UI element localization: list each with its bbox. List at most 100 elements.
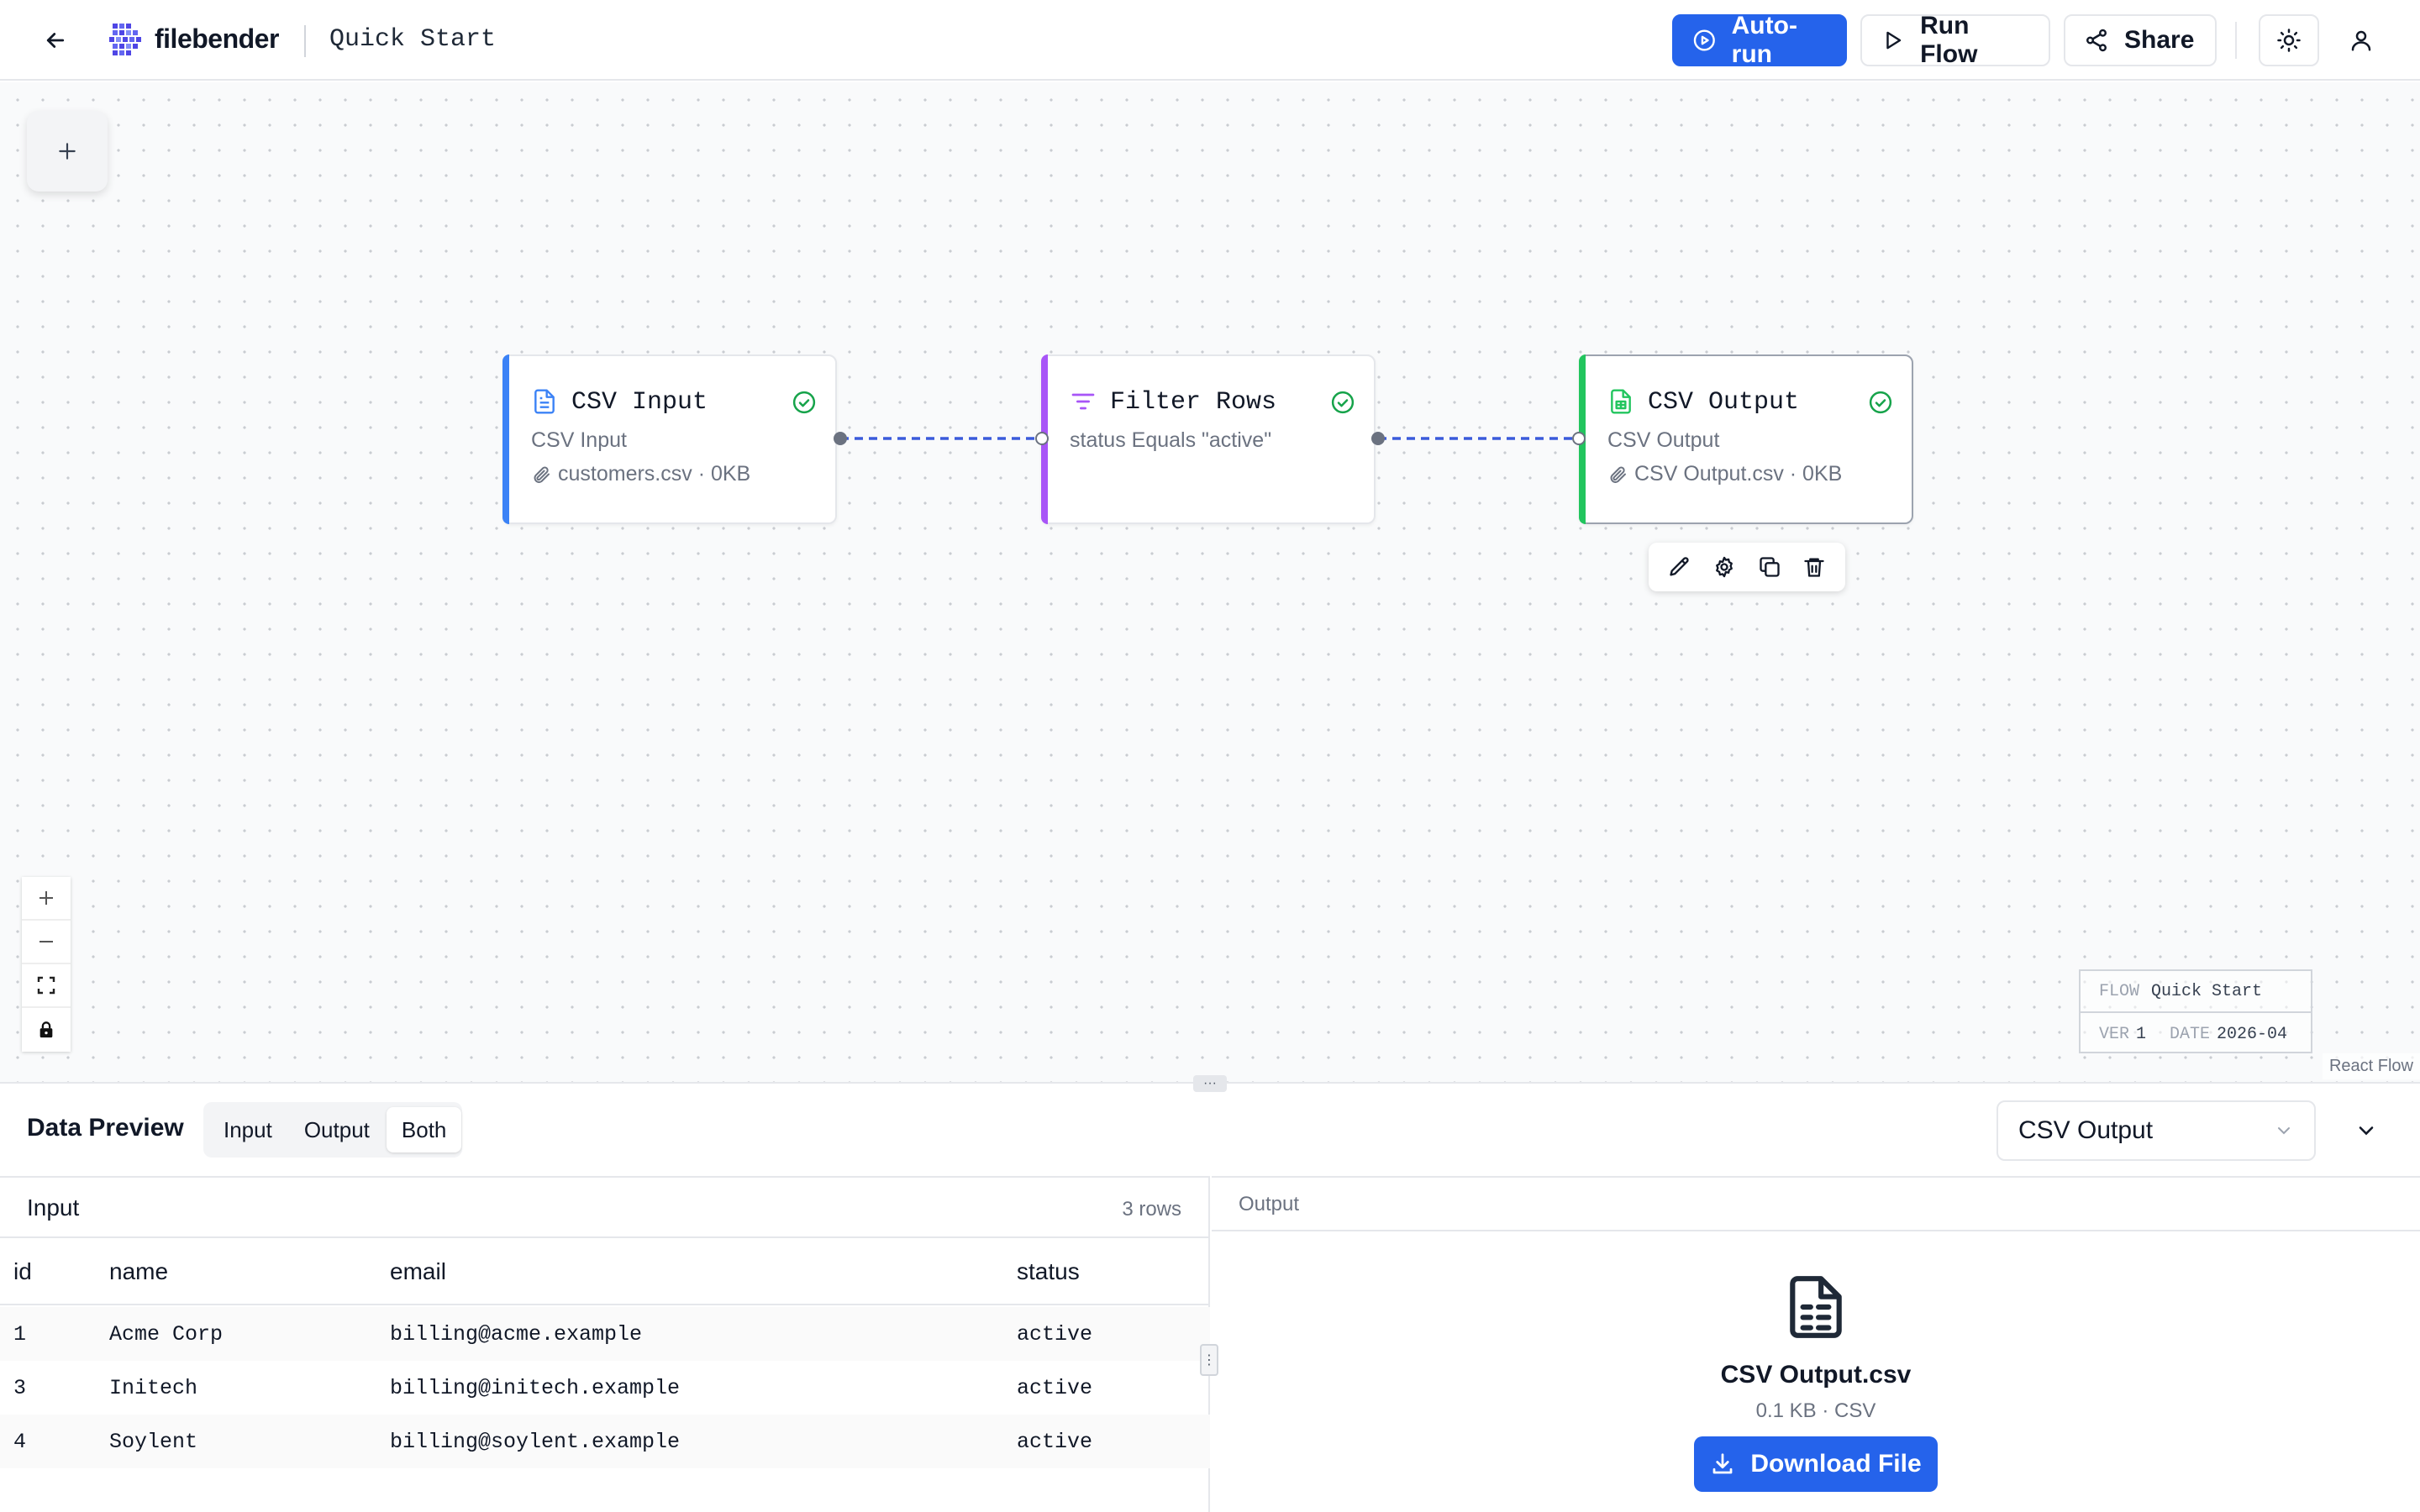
canvas-controls	[22, 877, 71, 1052]
table-header: id name email status	[0, 1238, 1208, 1305]
react-flow-attribution[interactable]: React Flow	[2322, 1053, 2420, 1079]
run-flow-button[interactable]: Run Flow	[1860, 12, 2050, 68]
flow-value: Quick Start	[2151, 981, 2263, 1001]
node-csv-input[interactable]: CSV Input CSV Input customers.csv · 0KB	[502, 354, 837, 524]
theme-toggle-button[interactable]	[2259, 14, 2319, 66]
table-cell: billing@soylent.example	[390, 1430, 681, 1454]
output-pane-header: Output	[1212, 1178, 2420, 1231]
edit-icon[interactable]	[1665, 553, 1694, 581]
plus-icon	[59, 143, 76, 160]
settings-icon[interactable]	[1710, 553, 1739, 581]
node-file-info: customers.csv · 0KB	[531, 462, 750, 486]
table-cell: active	[1017, 1322, 1093, 1347]
collapse-panel-button[interactable]	[2343, 1107, 2390, 1154]
zoom-in-icon[interactable]	[22, 877, 71, 921]
node-title: Filter Rows	[1110, 388, 1277, 417]
node-filter-target-handle[interactable]	[1035, 432, 1049, 445]
column-header[interactable]: id	[13, 1258, 32, 1285]
file-spreadsheet-icon	[1611, 389, 1631, 414]
header-divider-right	[2235, 22, 2237, 59]
delete-icon[interactable]	[1800, 553, 1828, 581]
duplicate-icon[interactable]	[1755, 553, 1784, 581]
file-spreadsheet-icon	[1790, 1276, 1842, 1338]
check-circle-icon	[1331, 391, 1355, 414]
ver-value: 1	[2136, 1024, 2147, 1044]
flow-title[interactable]: Quick Start	[329, 25, 496, 54]
flow-edges	[840, 437, 1580, 440]
preview-title: Data Preview	[27, 1114, 184, 1142]
user-menu-button[interactable]	[2341, 20, 2381, 60]
flow-info-row: FLOW Quick Start	[2081, 971, 2311, 1013]
node-select-value: CSV Output	[2018, 1116, 2154, 1144]
paperclip-icon	[1610, 466, 1626, 483]
sun-icon	[2277, 29, 2301, 52]
output-pane: Output CSV Output.csv 0.1 KB · CSV Downl…	[1212, 1176, 2420, 1512]
table-cell: 1	[13, 1322, 27, 1347]
check-circle-icon	[792, 391, 816, 414]
fit-view-icon[interactable]	[22, 964, 71, 1008]
auto-run-button[interactable]: Auto-run	[1672, 12, 1847, 68]
filter-icon	[1071, 393, 1095, 410]
user-icon	[2351, 30, 2371, 51]
paperclip-icon	[534, 466, 550, 483]
download-icon	[1712, 1453, 1733, 1474]
table-cell: Initech	[109, 1376, 198, 1400]
share-label: Share	[2124, 26, 2195, 54]
node-select-dropdown[interactable]: CSV Output	[1996, 1100, 2316, 1161]
column-header[interactable]: name	[109, 1258, 168, 1285]
flow-info-panel: FLOW Quick Start VER 1 DATE 2026-04	[2079, 969, 2312, 1053]
zoom-out-icon[interactable]	[22, 921, 71, 964]
table-cell: billing@acme.example	[390, 1322, 643, 1347]
date-value: 2026-04	[2217, 1024, 2288, 1044]
table-row: 4 Soylent billing@soylent.example active	[0, 1415, 1210, 1468]
node-file-label: customers.csv · 0KB	[558, 462, 751, 486]
node-subtitle: CSV Output	[1607, 428, 1720, 452]
table-cell: active	[1017, 1430, 1093, 1454]
chevron-down-icon	[2359, 1126, 2374, 1136]
chevron-down-icon	[2278, 1127, 2290, 1135]
row-count: 3 rows	[1122, 1198, 1181, 1221]
node-title: CSV Output	[1648, 388, 1800, 417]
output-file-card: CSV Output.csv 0.1 KB · CSV Download Fil…	[1212, 1231, 2420, 1512]
brand-name: filebender	[155, 24, 279, 54]
panel-resize-handle[interactable]: ···	[1193, 1075, 1227, 1092]
back-arrow-icon[interactable]	[37, 24, 74, 57]
column-header[interactable]: email	[390, 1258, 446, 1285]
node-file-label: CSV Output.csv · 0KB	[1634, 462, 1843, 486]
table-cell: Soylent	[109, 1430, 198, 1454]
lock-icon[interactable]	[22, 1008, 71, 1052]
auto-run-label: Auto-run	[1731, 12, 1797, 68]
node-file-info: CSV Output.csv · 0KB	[1607, 462, 1842, 486]
table-cell: Acme Corp	[109, 1322, 224, 1347]
output-file-meta: 0.1 KB · CSV	[1755, 1399, 1876, 1422]
flow-canvas[interactable]: CSV Input CSV Input customers.csv · 0KB …	[0, 82, 2420, 1082]
node-input-source-handle[interactable]	[834, 432, 847, 445]
ver-label: VER	[2099, 1024, 2130, 1044]
table-cell: 4	[13, 1430, 27, 1454]
flow-label: FLOW	[2099, 981, 2140, 1001]
filebender-logo-icon	[109, 24, 141, 55]
app-header: filebender Quick Start Auto-run Run Flow…	[0, 0, 2420, 81]
node-filter-source-handle[interactable]	[1371, 432, 1385, 445]
input-pane: Input 3 rows id name email status 1 Acme…	[0, 1176, 1218, 1512]
input-pane-title: Input	[27, 1194, 80, 1221]
column-header[interactable]: status	[1017, 1258, 1080, 1285]
mode-both[interactable]: Both	[386, 1107, 462, 1152]
date-label: DATE	[2170, 1024, 2211, 1044]
download-label: Download File	[1750, 1450, 1922, 1478]
file-text-icon	[534, 389, 555, 414]
node-title: CSV Input	[571, 388, 708, 417]
add-node-button[interactable]	[27, 111, 108, 192]
output-file-name: CSV Output.csv	[1720, 1361, 1912, 1389]
run-flow-label: Run Flow	[1920, 12, 1978, 68]
download-file-button[interactable]: Download File	[1694, 1436, 1938, 1492]
node-csv-output[interactable]: CSV Output CSV Output CSV Output.csv · 0…	[1579, 354, 1913, 524]
play-icon	[1886, 31, 1902, 50]
flow-info-row: VER 1 DATE 2026-04	[2081, 1013, 2311, 1055]
node-filter-rows[interactable]: Filter Rows status Equals "active"	[1041, 354, 1376, 524]
node-output-target-handle[interactable]	[1572, 432, 1586, 445]
mode-input[interactable]: Input	[208, 1107, 287, 1152]
share-button[interactable]: Share	[2064, 14, 2217, 66]
table-row: 1 Acme Corp billing@acme.example active	[0, 1307, 1210, 1361]
mode-output[interactable]: Output	[289, 1107, 385, 1152]
